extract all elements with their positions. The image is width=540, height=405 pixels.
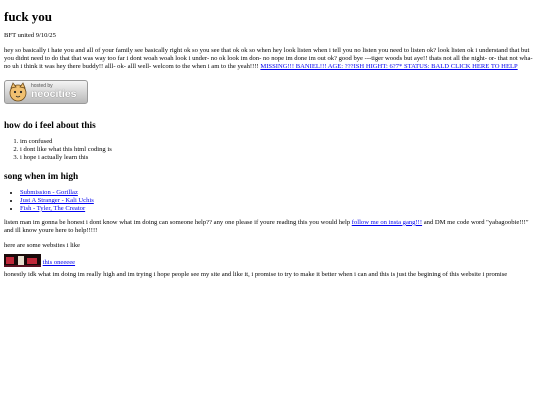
- intro-paragraph: hey so basically i hate you and all of y…: [4, 47, 536, 71]
- list-item: i dont like what this html coding is: [20, 146, 536, 154]
- list-item: Just A Stranger - Kali Uchis: [20, 197, 536, 205]
- badge-text: hosted by neocities: [31, 84, 77, 100]
- song-link[interactable]: Submission - Gorillaz: [20, 189, 78, 196]
- list-item: Submission - Gorillaz: [20, 189, 536, 197]
- song-link[interactable]: Just A Stranger - Kali Uchis: [20, 197, 94, 204]
- feelings-list: im confused i dont like what this html c…: [4, 138, 536, 162]
- websites-section: here are some websites i like this oneee…: [4, 242, 536, 267]
- page-title: fuck you: [4, 9, 53, 24]
- help-text-before: listen man im gonna be honest i dont kno…: [4, 218, 352, 226]
- missing-person-link[interactable]: MISSING!!! BANIEL!!! AGE: ???ISH HIGHT: …: [260, 63, 517, 70]
- website-row: this oneeeee: [4, 253, 536, 267]
- neocities-badge[interactable]: hosted by neocities: [4, 79, 88, 104]
- list-item: i hope i actually learn this: [20, 154, 536, 162]
- song-link[interactable]: Fish - Tyler, The Creator: [20, 205, 85, 212]
- neocities-cat-icon: [9, 82, 27, 102]
- feelings-heading: how do i feel about this: [4, 120, 96, 131]
- page: fuck you BFT united 9/10/25 hey so basic…: [0, 0, 540, 278]
- insta-link[interactable]: follow me on insta gang!!!: [352, 219, 422, 226]
- website-link[interactable]: this oneeeee: [43, 259, 75, 266]
- list-item: im confused: [20, 138, 536, 146]
- songs-heading: song when im high: [4, 171, 79, 182]
- website-thumbnail-image[interactable]: [4, 253, 41, 267]
- list-item: Fish - Tyler, The Creator: [20, 205, 536, 213]
- badge-brand: neocities: [31, 88, 77, 101]
- help-paragraph: listen man im gonna be honest i dont kno…: [4, 219, 536, 235]
- websites-intro: here are some websites i like: [4, 241, 80, 249]
- closing-paragraph: honestly idk what im doing im really hig…: [4, 270, 508, 278]
- songs-list: Submission - Gorillaz Just A Stranger - …: [4, 189, 536, 213]
- page-subtitle: BFT united 9/10/25: [4, 32, 56, 40]
